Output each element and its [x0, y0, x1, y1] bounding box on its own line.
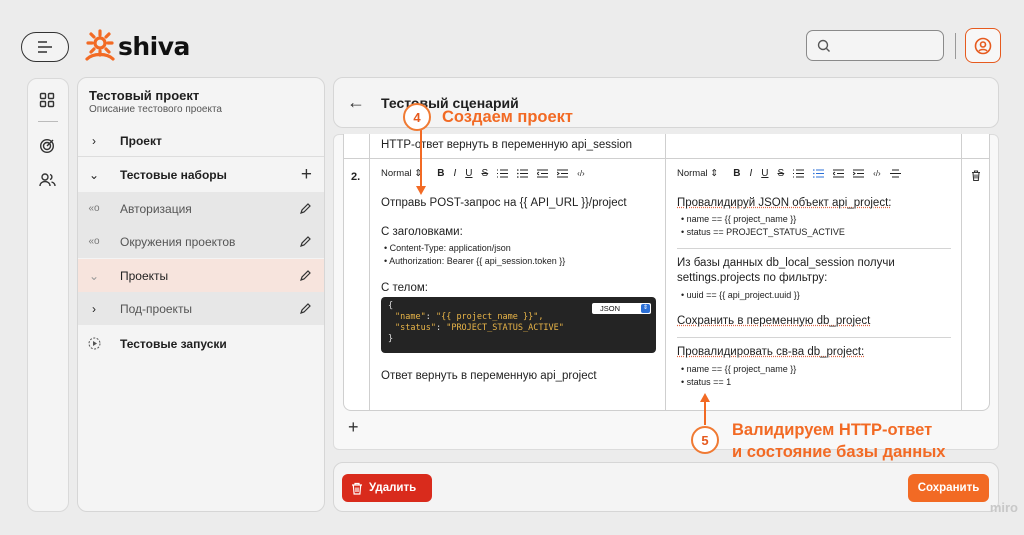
annotation-validate-line1: Валидируем HTTP-ответ	[732, 421, 933, 439]
step-badge-5: 5	[691, 426, 719, 454]
watermark: miro	[989, 500, 1018, 515]
annotation-create-project: Создаем проект	[442, 108, 574, 126]
annotation-validate-line2: и состояние базы данных	[732, 443, 946, 461]
step-badge-4: 4	[403, 103, 431, 131]
